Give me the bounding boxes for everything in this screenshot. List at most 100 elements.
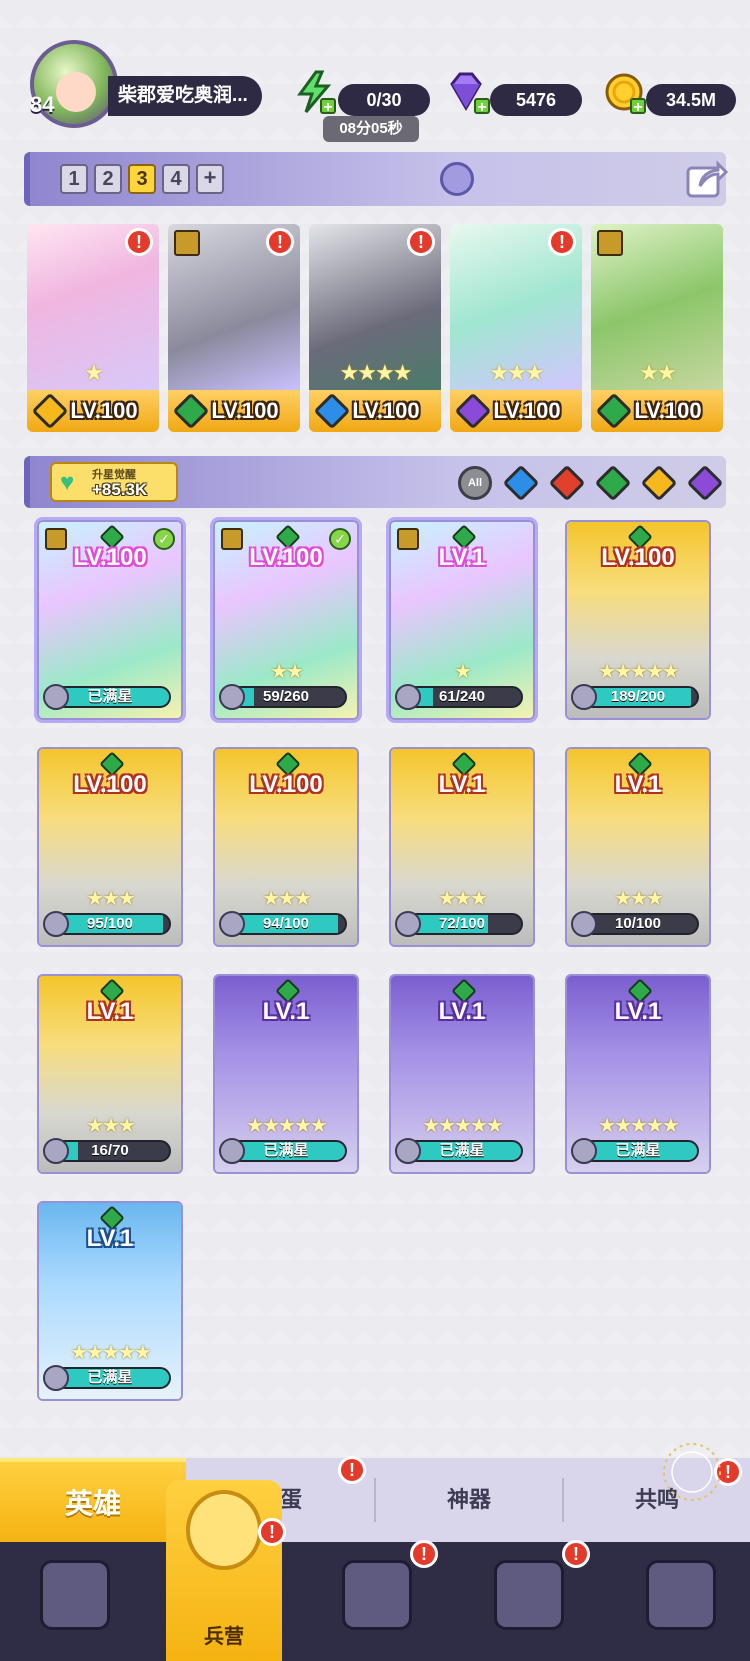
hero-level: LV.100 [352, 398, 420, 423]
tab-heroes[interactable]: 英雄 [0, 1458, 186, 1542]
nav-mushroom[interactable] [626, 1550, 736, 1650]
awaken-power-box[interactable]: ♥ 升星觉醒 +85.3K [50, 462, 178, 502]
hero-card-icon [219, 684, 245, 710]
team-tab-4[interactable]: 4 [162, 164, 190, 194]
hero-level: LV.1 [614, 771, 662, 798]
hero-stars: ★★★★★ [598, 1115, 680, 1137]
filter-fire-icon[interactable] [548, 464, 586, 502]
sub-tab-bar: 英雄 孵蛋 ! 神器 共鸣 ! [0, 1443, 750, 1542]
sparkle-ring-icon[interactable] [660, 1440, 724, 1504]
hero-card-icon [571, 911, 597, 937]
hero-card[interactable]: LV.1 ★★★ 16/70 [37, 974, 183, 1174]
hero-stars: ★★★★★ [598, 661, 680, 683]
hero-card[interactable]: LV.100 已满星 ✓ [37, 520, 183, 720]
hero-level: LV.100 [634, 398, 702, 423]
filter-all-button[interactable]: All [458, 466, 492, 500]
hero-card[interactable]: LV.1 ★★★★★ 已满星 [213, 974, 359, 1174]
hatch-alert-icon: ! [338, 1456, 366, 1484]
nav-cards[interactable] [20, 1550, 130, 1650]
hero-level: LV.1 [438, 998, 486, 1025]
hero-stars: ★★★★★ [246, 1115, 328, 1137]
nav-barracks[interactable]: 兵营 [166, 1480, 282, 1661]
hero-card[interactable]: LV.100 ★★★ 95/100 [37, 747, 183, 947]
energy-add-button[interactable]: + [320, 98, 336, 116]
heart-icon: ♥ [60, 469, 75, 496]
tab-artifact[interactable]: 神器 [376, 1458, 562, 1542]
hero-card[interactable]: LV.100 ★★★★★ 189/200 [565, 520, 711, 720]
tier-icon [597, 230, 623, 256]
gem-add-button[interactable]: + [474, 98, 490, 116]
hero-card[interactable]: LV.100 ★★★ 94/100 [213, 747, 359, 947]
player-level: 84 [30, 92, 55, 117]
team-hero-card[interactable]: ★★★ LV.100 ! [450, 224, 582, 432]
alert-icon: ! [266, 228, 294, 256]
hero-card[interactable]: LV.100 ★★ 59/260 ✓ [213, 520, 359, 720]
hero-card[interactable]: LV.1 ★★★ 10/100 [565, 747, 711, 947]
alert-icon: ! [407, 228, 435, 256]
team-hero-card[interactable]: ★★ LV.100 [591, 224, 723, 432]
hero-card-icon [219, 1138, 245, 1164]
awaken-power-value: +85.3K [92, 480, 148, 499]
tier-icon [397, 528, 419, 550]
adventure-alert-icon: ! [410, 1540, 438, 1568]
bottom-navigation: 兵营 ! ! ! [0, 1480, 750, 1661]
checkmark-icon: ✓ [153, 528, 175, 550]
search-icon[interactable] [440, 162, 474, 196]
gold-add-button[interactable]: + [630, 98, 646, 116]
barracks-alert-icon: ! [258, 1518, 286, 1546]
hero-level: LV.1 [438, 771, 486, 798]
tier-icon [221, 528, 243, 550]
hero-level: LV.1 [86, 998, 134, 1025]
hero-level: LV.1 [262, 998, 310, 1025]
hero-stars: ★★★ [614, 888, 664, 910]
filter-nature-icon[interactable] [594, 464, 632, 502]
filter-water-icon[interactable] [502, 464, 540, 502]
hero-level: LV.100 [493, 398, 561, 423]
hero-stars: ★ [84, 360, 104, 385]
hero-card-icon [395, 684, 421, 710]
checkmark-icon: ✓ [329, 528, 351, 550]
share-icon[interactable] [684, 156, 728, 200]
hero-card-icon [43, 684, 69, 710]
filter-light-icon[interactable] [640, 464, 678, 502]
hero-stars: ★★★★★ [70, 1342, 152, 1364]
top-status-bar: 84 柴郡爱吃奥润... + 0/30 08分05秒 + 5476 + 34.5… [0, 36, 750, 146]
mushroom-icon [646, 1560, 716, 1630]
book-icon [342, 1560, 412, 1630]
hero-filter-bar: ♥ 升星觉醒 +85.3K All [24, 456, 726, 508]
team-tab-2[interactable]: 2 [94, 164, 122, 194]
hero-card-icon [395, 1138, 421, 1164]
hero-card[interactable]: LV.1 ★★★★★ 已满星 [37, 1201, 183, 1401]
hero-level: LV.100 [70, 398, 138, 423]
hero-card[interactable]: LV.1 ★ 61/240 [389, 520, 535, 720]
hero-stars: ★★★ [86, 888, 136, 910]
player-name[interactable]: 柴郡爱吃奥润... [108, 76, 262, 116]
hero-stars: ★★★ [489, 360, 544, 385]
hero-card-icon [43, 1138, 69, 1164]
team-hero-card[interactable]: ★ LV.100 ! [27, 224, 159, 432]
hero-level: LV.100 [73, 771, 147, 798]
team-tab-1[interactable]: 1 [60, 164, 88, 194]
hero-stars: ★★★★ [339, 360, 413, 385]
team-tab-add[interactable]: + [196, 164, 224, 194]
nav-barracks-label: 兵营 [204, 1626, 244, 1648]
gem-value: 5476 [490, 84, 582, 116]
hero-card[interactable]: LV.1 ★★★ 72/100 [389, 747, 535, 947]
energy-value: 0/30 [338, 84, 430, 116]
alert-icon: ! [125, 228, 153, 256]
tier-icon [174, 230, 200, 256]
hero-card[interactable]: LV.1 ★★★★★ 已满星 [565, 974, 711, 1174]
hero-card-icon [571, 684, 597, 710]
hero-stars: ★★★★★ [422, 1115, 504, 1137]
team-hero-card[interactable]: LV.100 ! [168, 224, 300, 432]
barracks-icon [186, 1490, 262, 1570]
team-tab-3[interactable]: 3 [128, 164, 156, 194]
gold-value: 34.5M [646, 84, 736, 116]
hero-level: LV.100 [249, 771, 323, 798]
hero-level: LV.100 [211, 398, 279, 423]
hero-card[interactable]: LV.1 ★★★★★ 已满星 [389, 974, 535, 1174]
energy-timer: 08分05秒 [323, 116, 419, 142]
filter-dark-icon[interactable] [686, 464, 724, 502]
team-hero-card[interactable]: ★★★★ LV.100 ! [309, 224, 441, 432]
hero-stars: ★★★ [262, 888, 312, 910]
